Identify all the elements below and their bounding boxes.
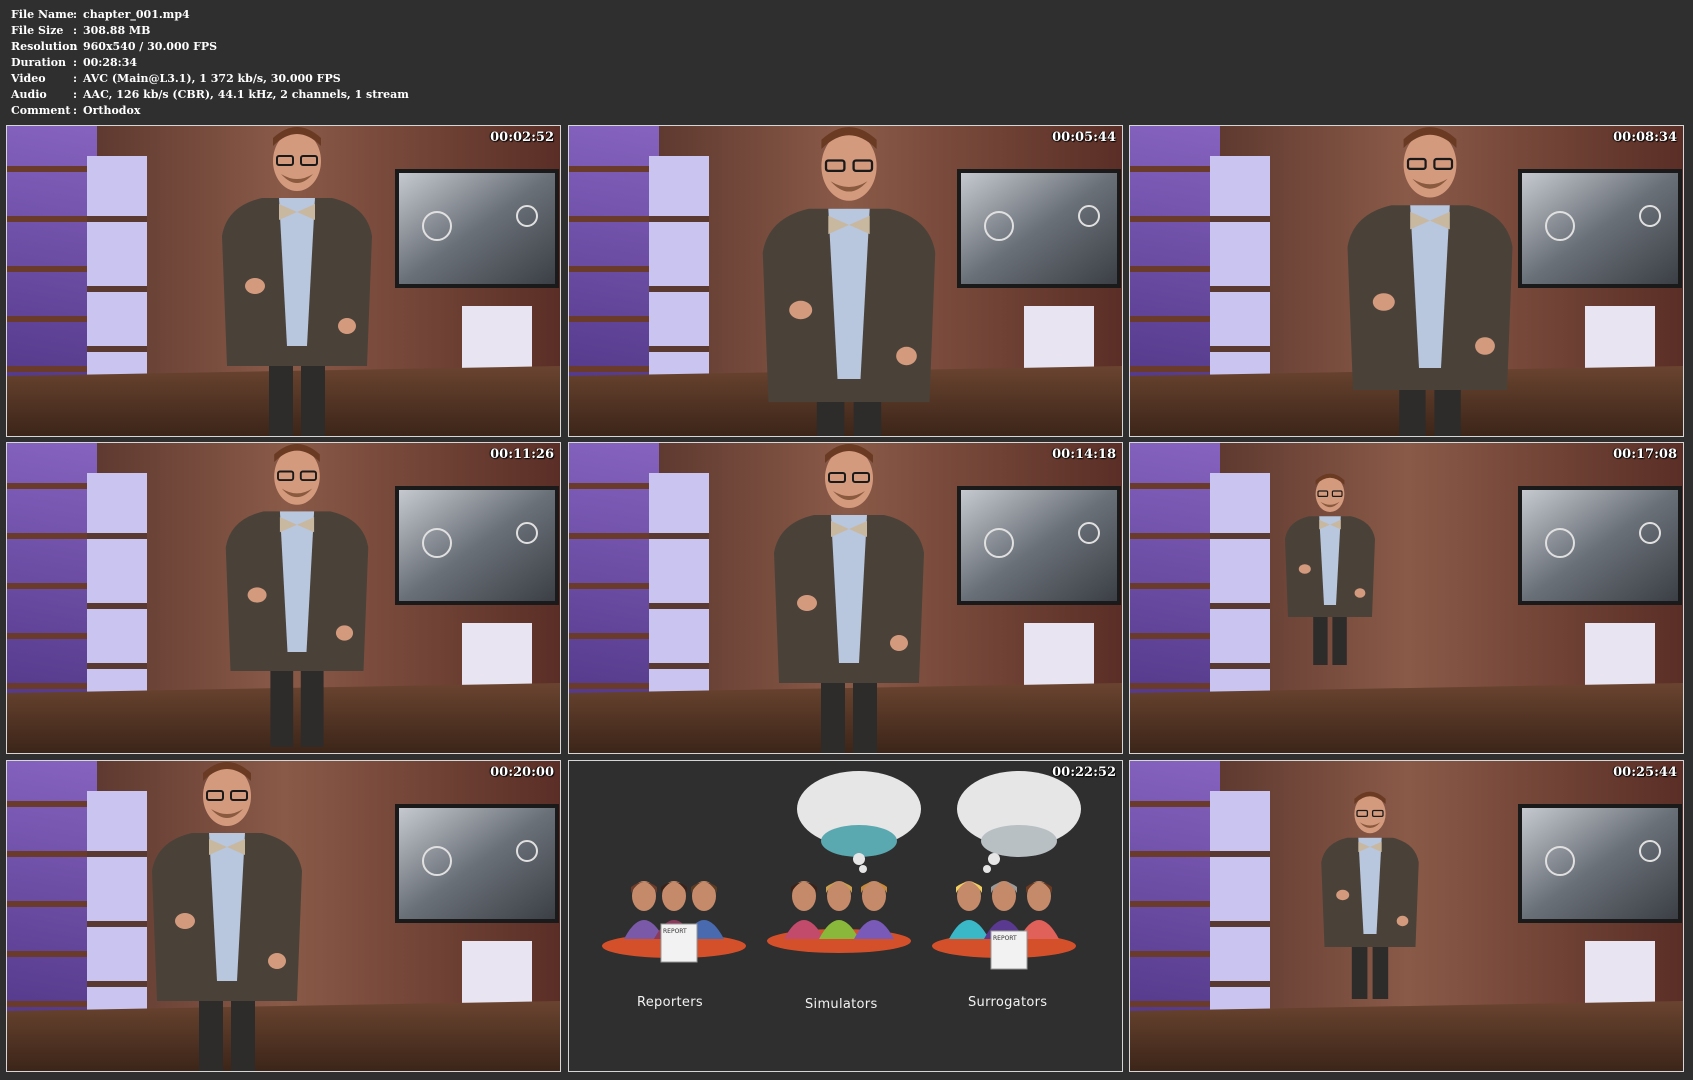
thumbnail-frame[interactable]: 00:05:44 [568,125,1123,437]
info-separator: : [73,24,78,37]
info-value: Orthodox [83,104,141,117]
timestamp-label: 00:22:52 [1052,765,1116,780]
video-frame-image [569,443,1122,753]
info-value: chapter_001.mp4 [83,8,190,21]
info-separator: : [73,104,78,117]
report-label: REPORT [993,935,1017,942]
info-key: File Name [11,8,74,21]
info-row: Duration:00:28:34 [11,55,409,71]
info-row: Audio: AAC, 126 kb/s (CBR), 44.1 kHz, 2 c… [11,87,409,103]
info-key: Duration [11,56,67,69]
info-value: AAC, 126 kb/s (CBR), 44.1 kHz, 2 channel… [83,88,409,101]
thumbnail-frame[interactable]: 00:11:26 [6,442,561,754]
thumbnail-frame[interactable]: 00:02:52 [6,125,561,437]
timestamp-label: 00:20:00 [490,765,554,780]
info-key: File Size [11,24,64,37]
info-separator: : [73,40,78,53]
info-row: Comment: Orthodox [11,103,409,119]
info-key: Video [11,72,46,85]
video-frame-image [1130,761,1683,1071]
timestamp-label: 00:14:18 [1052,447,1116,462]
file-info-panel: File Name: chapter_001.mp4 File Size:308.8… [11,7,409,119]
graphic-label: Reporters [637,995,703,1010]
info-value: 00:28:34 [83,56,138,69]
video-frame-image [569,126,1122,436]
info-separator: : [73,56,78,69]
info-separator: : [73,88,78,101]
graphic-label: Surrogators [968,995,1048,1010]
timestamp-label: 00:25:44 [1613,765,1677,780]
video-frame-image [1130,126,1683,436]
video-frame-image [569,761,1122,1071]
timestamp-label: 00:05:44 [1052,130,1116,145]
info-row: Resolution:960x540 / 30.000 FPS [11,39,409,55]
info-value: 960x540 / 30.000 FPS [83,40,218,53]
thumbnail-frame[interactable]: Reporters Simulators Surrogators REPORT REPO… [568,760,1123,1072]
info-row: File Name: chapter_001.mp4 [11,7,409,23]
info-row: Video: AVC (Main@L3.1), 1 372 kb/s, 30.00… [11,71,409,87]
info-separator: : [73,8,78,21]
video-frame-image [7,126,560,436]
thumbnail-frame[interactable]: 00:20:00 [6,760,561,1072]
video-frame-image [1130,443,1683,753]
info-value: AVC (Main@L3.1), 1 372 kb/s, 30.000 FPS [83,72,341,85]
thumbnail-frame[interactable]: 00:08:34 [1129,125,1684,437]
info-value: 308.88 MB [83,24,151,37]
thumbnail-frame[interactable]: 00:14:18 [568,442,1123,754]
timestamp-label: 00:08:34 [1613,130,1677,145]
info-row: File Size:308.88 MB [11,23,409,39]
graphic-label: Simulators [805,997,878,1012]
info-key: Resolution [11,40,78,53]
timestamp-label: 00:17:08 [1613,447,1677,462]
timestamp-label: 00:02:52 [490,130,554,145]
thumbnail-frame[interactable]: 00:17:08 [1129,442,1684,754]
info-separator: : [73,72,78,85]
info-key: Comment [11,104,71,117]
info-key: Audio [11,88,47,101]
report-label: REPORT [663,928,687,935]
video-frame-image [7,443,560,753]
thumbnail-frame[interactable]: 00:25:44 [1129,760,1684,1072]
video-frame-image [7,761,560,1071]
timestamp-label: 00:11:26 [490,447,554,462]
